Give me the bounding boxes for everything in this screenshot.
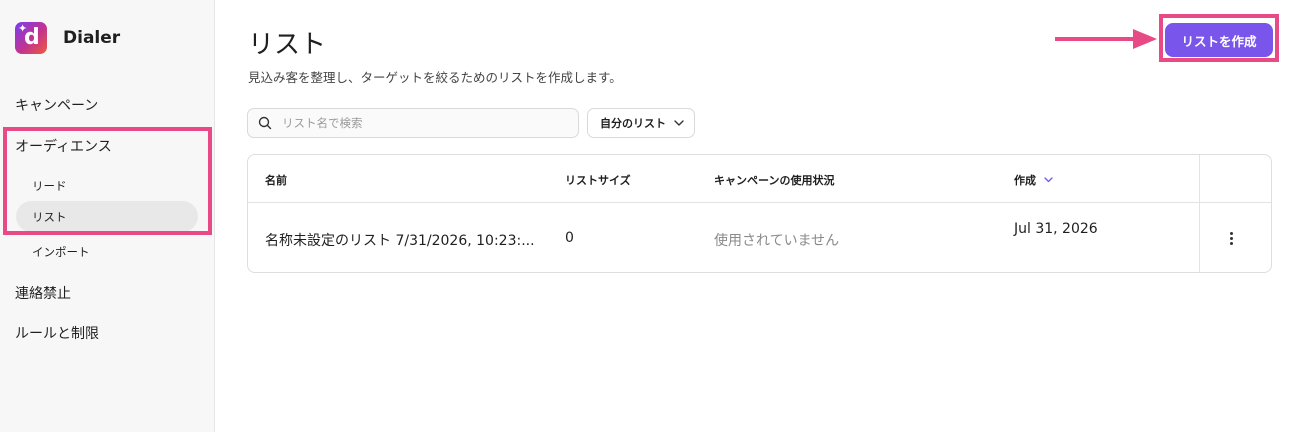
sidebar-item-rules[interactable]: ルールと制限 [15, 323, 99, 343]
header-divider [248, 202, 1271, 203]
sidebar-item-import[interactable]: インポート [32, 244, 90, 260]
create-list-button[interactable]: リストを作成 [1165, 23, 1273, 57]
filter-label: 自分のリスト [600, 117, 666, 130]
sidebar-item-campaigns[interactable]: キャンペーン [15, 95, 98, 115]
page-description: 見込み客を整理し、ターゲットを絞るためのリストを作成します。 [248, 70, 622, 85]
column-header-created[interactable]: 作成 [1014, 172, 1053, 188]
highlight-box-audience [3, 127, 212, 235]
column-header-usage[interactable]: キャンペーンの使用状況 [714, 172, 834, 188]
page-title: リスト [248, 30, 327, 60]
dialer-logo-icon: ✦ d [15, 22, 47, 54]
cell-created-date: Jul 31, 2026 [1014, 221, 1098, 237]
column-header-name[interactable]: 名前 [265, 172, 287, 188]
app-name: Dialer [63, 28, 121, 48]
actions-column-divider [1199, 155, 1200, 272]
arrow-right-icon [1055, 29, 1157, 49]
brand[interactable]: ✦ d Dialer [15, 22, 120, 54]
cell-campaign-usage: 使用されていません [714, 233, 840, 249]
chevron-down-icon [674, 120, 684, 126]
sort-chevron-down-icon[interactable] [1044, 177, 1053, 183]
cell-list-name[interactable]: 名称未設定のリスト 7/31/2026, 10:23:... [265, 230, 535, 250]
search-input[interactable] [282, 116, 562, 130]
search-icon [258, 116, 272, 130]
cell-list-size: 0 [565, 230, 574, 246]
lists-table: 名前 リストサイズ キャンペーンの使用状況 作成 名称未設定のリスト 7/31/… [247, 154, 1272, 273]
search-box[interactable] [247, 108, 579, 138]
list-owner-filter[interactable]: 自分のリスト [587, 108, 695, 138]
kebab-icon[interactable] [1230, 232, 1234, 247]
sidebar-item-dnc[interactable]: 連絡禁止 [15, 283, 71, 303]
column-header-size[interactable]: リストサイズ [565, 172, 631, 188]
